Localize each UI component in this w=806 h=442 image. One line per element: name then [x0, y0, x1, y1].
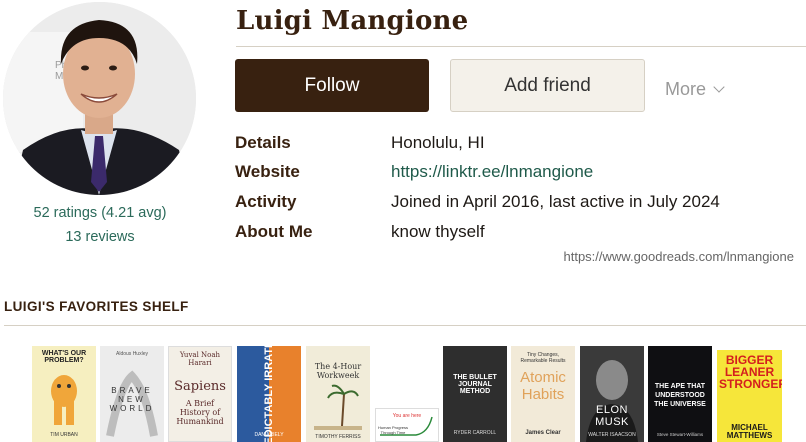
- website-link[interactable]: https://linktr.ee/lnmangione: [391, 162, 593, 182]
- book-title: THE BULLET JOURNAL METHOD: [453, 374, 497, 395]
- book-author: Yuval Noah Harari: [179, 351, 221, 367]
- about-me-value: know thyself: [391, 222, 485, 241]
- follow-button[interactable]: Follow: [235, 59, 429, 112]
- shelf-divider: [4, 325, 806, 326]
- details-value: Honolulu, HI: [391, 133, 485, 152]
- book-author: Steve Stewart-Williams: [656, 432, 704, 437]
- book-title: BRAVE NEW WORLD: [109, 386, 155, 413]
- book-cover[interactable]: PREDICTABLY IRRATIONAL DAN ARIELY: [237, 346, 301, 442]
- book-illustration: [314, 384, 362, 430]
- book-author: DAN ARIELY: [254, 432, 284, 438]
- book-author: RYDER CARROLL: [453, 430, 497, 436]
- header-divider: [236, 46, 806, 47]
- book-title: THE APE THAT UNDERSTOOD THE UNIVERSE: [654, 383, 706, 409]
- book-cover[interactable]: ELON MUSK WALTER ISAACSON: [580, 346, 644, 442]
- book-cover[interactable]: Tiny Changes, Remarkable Results Atomic …: [511, 346, 575, 442]
- book-cover[interactable]: The 4-Hour Workweek TIMOTHY FERRISS: [306, 346, 370, 442]
- book-author: MICHAEL MATTHEWS: [726, 423, 773, 440]
- book-cover[interactable]: WHAT'S OUR PROBLEM? TIM URBAN: [32, 346, 96, 442]
- book-cover[interactable]: Yuval Noah Harari Sapiens A Brief Histor…: [168, 346, 232, 442]
- add-friend-button[interactable]: Add friend: [450, 59, 645, 112]
- book-subtitle: A Brief History of Humankind: [176, 399, 224, 426]
- book-cover[interactable]: You are here Human Progress Through Time: [375, 408, 439, 442]
- activity-value: Joined in April 2016, last active in Jul…: [391, 192, 720, 211]
- ratings-link[interactable]: 52 ratings (4.21 avg): [0, 205, 200, 221]
- book-author: James Clear: [525, 430, 561, 436]
- book-title: ELON MUSK: [595, 404, 629, 428]
- reviews-link[interactable]: 13 reviews: [0, 229, 200, 245]
- book-cover[interactable]: THE BULLET JOURNAL METHOD RYDER CARROLL: [443, 346, 507, 442]
- more-dropdown[interactable]: More: [665, 79, 725, 100]
- book-title: BIGGER LEANER STRONGER: [719, 353, 782, 391]
- website-label: Website: [235, 162, 300, 181]
- book-author: WALTER ISAACSON: [588, 432, 636, 438]
- book-title: Atomic Habits: [520, 369, 566, 403]
- chevron-down-icon: [713, 81, 725, 93]
- details-label: Details: [235, 133, 291, 152]
- book-subtitle: Human Progress Through Time: [378, 425, 409, 435]
- profile-photo: Philad Muse: [3, 2, 196, 195]
- profile-url: https://www.goodreads.com/lnmangione: [563, 249, 794, 264]
- favorites-shelf-title[interactable]: LUIGI'S FAVORITES SHELF: [4, 299, 189, 314]
- about-me-label: About Me: [235, 222, 313, 241]
- more-label: More: [665, 79, 707, 99]
- book-cover[interactable]: BIGGER LEANER STRONGER MICHAEL MATTHEWS: [717, 350, 782, 442]
- book-cover[interactable]: Aldous Huxley BRAVE NEW WORLD: [100, 346, 164, 442]
- book-illustration: [51, 375, 77, 425]
- book-title: PREDICTABLY IRRATIONAL: [263, 346, 275, 442]
- book-author: TIM URBAN: [50, 432, 78, 438]
- book-subtitle: Tiny Changes, Remarkable Results: [520, 352, 566, 364]
- profile-name: Luigi Mangione: [236, 6, 469, 36]
- book-cover[interactable]: THE APE THAT UNDERSTOOD THE UNIVERSE Ste…: [648, 346, 712, 442]
- activity-label: Activity: [235, 192, 297, 211]
- book-title: Sapiens: [174, 379, 226, 394]
- profile-avatar[interactable]: Philad Muse: [3, 2, 196, 195]
- book-author: TIMOTHY FERRISS: [315, 434, 361, 440]
